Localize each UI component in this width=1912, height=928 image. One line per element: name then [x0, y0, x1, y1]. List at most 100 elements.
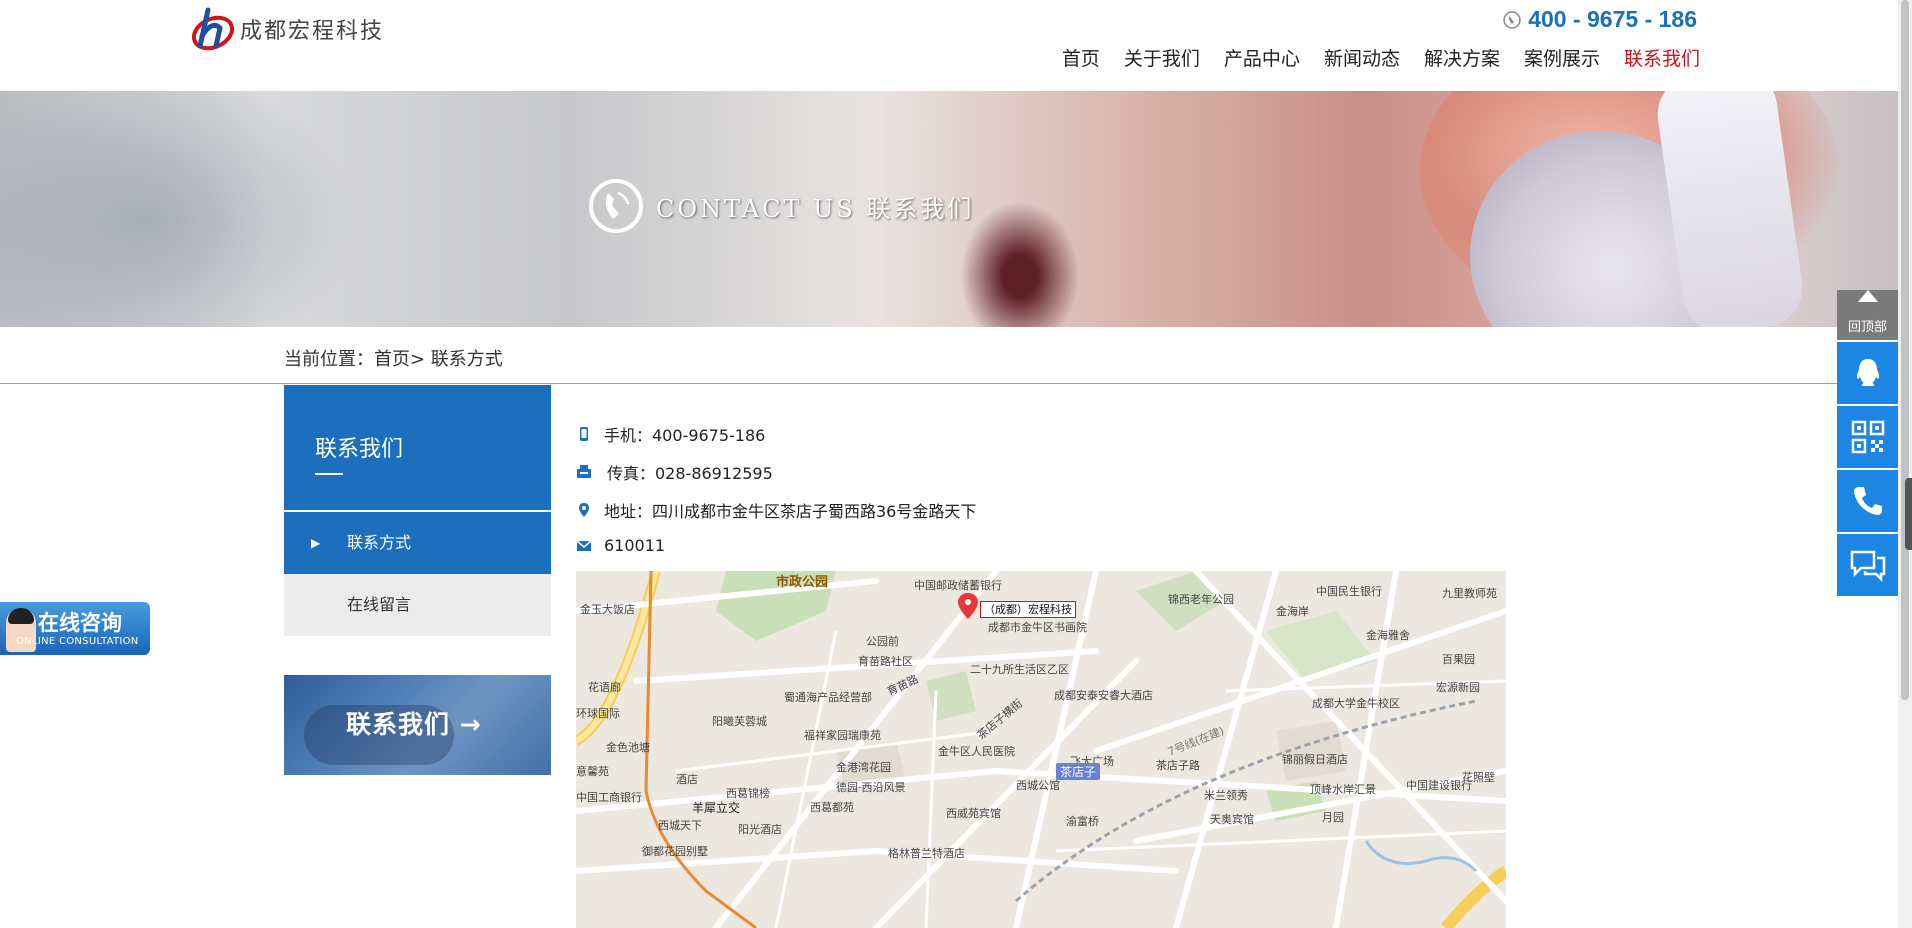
scrollbar[interactable]: [1898, 0, 1912, 928]
map-label: 金玉大饭店: [580, 603, 635, 616]
map-label: 宏源新园: [1436, 681, 1480, 694]
mobile-text: 手机：400-9675-186: [604, 426, 766, 445]
chat-icon: [1850, 550, 1885, 582]
contact-promo-banner[interactable]: 联系我们 →: [284, 675, 551, 775]
nav-cases[interactable]: 案例展示: [1512, 44, 1612, 74]
header: 成都宏程科技 400 - 9675 - 186 首页 关于我们 产品中心 新闻动…: [0, 0, 1898, 91]
map-label: 成都大学金牛校区: [1312, 697, 1400, 710]
map-label: 育苗路社区: [858, 655, 913, 668]
map-label: 成都市金牛区书画院: [988, 621, 1087, 634]
sidebar-title-underline: [315, 473, 343, 475]
map-label: 公园前: [866, 635, 899, 648]
map-label: 百果园: [1442, 653, 1475, 666]
telephone-icon: [589, 179, 643, 233]
map-label: 西城天下: [658, 819, 702, 832]
map-marker-label[interactable]: （成都）宏程科技: [980, 601, 1076, 618]
map-label: 西威苑宾馆: [946, 807, 1001, 820]
map-label: 金牛区人民医院: [938, 745, 1015, 758]
contact-address: 地址：四川成都市金牛区茶店子蜀西路36号金路天下: [576, 498, 976, 522]
map-label: 德园·西沿风景: [836, 781, 906, 794]
logo[interactable]: 成都宏程科技: [190, 4, 384, 54]
qq-button[interactable]: [1837, 342, 1898, 404]
map-label: 西城公馆: [1016, 779, 1060, 792]
banner-text: CONTACT US 联系我们: [656, 194, 975, 223]
map-label: 中国工商银行: [576, 791, 642, 804]
map-label: 中国邮政储蓄银行: [914, 579, 1002, 592]
qrcode-button[interactable]: [1837, 406, 1898, 468]
map-label: 花语廊: [588, 681, 621, 694]
map-label: 金色池塘: [606, 741, 650, 754]
banner-decoration: [960, 201, 1080, 327]
back-to-top-button[interactable]: 回顶部: [1837, 290, 1898, 340]
map[interactable]: 市政公园 中国邮政储蓄银行 成都市金牛区书画院 公园前 育苗路社区 二十九所生活…: [576, 571, 1506, 928]
map-label: 顶峰水岸汇景: [1310, 783, 1376, 796]
banner: CONTACT US 联系我们: [0, 91, 1898, 327]
hotline: 400 - 9675 - 186: [1502, 6, 1697, 33]
address-text: 地址：四川成都市金牛区茶店子蜀西路36号金路天下: [604, 502, 977, 521]
metro-station-badge[interactable]: 茶店子: [1056, 763, 1101, 780]
mail-icon: [576, 539, 592, 551]
map-label: 锦丽假日酒店: [1282, 753, 1348, 766]
map-label: 羊犀立交: [692, 801, 741, 815]
map-label: 锦西老年公园: [1168, 593, 1234, 606]
map-label: 金海岸: [1276, 605, 1309, 618]
online-consultation-button[interactable]: 在线咨询 ONLINE CONSULTATION: [0, 602, 150, 655]
map-label: 金港湾花园: [836, 761, 891, 774]
contact-fax: 传真：028-86912595: [576, 460, 773, 484]
phone-icon: [1853, 487, 1882, 515]
map-label: 月园: [1322, 811, 1344, 824]
sidebar-header: 联系我们: [284, 385, 551, 510]
phone-icon: [1503, 10, 1521, 29]
logo-icon: [191, 7, 235, 51]
nav-news[interactable]: 新闻动态: [1312, 44, 1412, 74]
divider: [0, 383, 1898, 384]
map-label: 西葛锦榜: [726, 787, 770, 800]
map-label: 酒店: [676, 773, 698, 786]
map-label: 蜀通海产品经营部: [784, 691, 872, 704]
map-label: 九里教师苑: [1442, 587, 1497, 600]
main-nav: 首页 关于我们 产品中心 新闻动态 解决方案 案例展示 联系我们: [1050, 44, 1700, 74]
side-tab[interactable]: [1905, 478, 1912, 550]
sidebar-item-label: 在线留言: [347, 595, 412, 614]
phone-button[interactable]: [1837, 470, 1898, 532]
map-label: 金海雅舍: [1366, 629, 1410, 642]
map-label: 阳曦芙蓉城: [712, 715, 767, 728]
nav-solutions[interactable]: 解决方案: [1412, 44, 1512, 74]
map-label: 天奥宾馆: [1210, 813, 1254, 826]
hotline-number: 400 - 9675 - 186: [1528, 6, 1697, 32]
map-label: 中国建设银行: [1406, 779, 1472, 792]
nav-products[interactable]: 产品中心: [1212, 44, 1312, 74]
float-toolbar: 回顶部: [1837, 290, 1898, 596]
map-label: 格林普兰特酒店: [888, 847, 965, 860]
map-label: 御都花园别墅: [642, 845, 708, 858]
promo-text: 联系我们 →: [346, 710, 482, 739]
banner-title: CONTACT US 联系我们: [588, 178, 974, 234]
caret-right-icon: ▶: [311, 536, 321, 550]
contact-mobile: 手机：400-9675-186: [576, 422, 765, 446]
scrollbar-thumb[interactable]: [1901, 0, 1909, 700]
map-label: 茶店子路: [1156, 759, 1200, 772]
map-label: 环球国际: [576, 707, 620, 720]
nav-contact[interactable]: 联系我们: [1612, 44, 1700, 74]
sidebar-item-label: 联系方式: [347, 533, 412, 552]
postcode-text: 610011: [604, 536, 666, 555]
map-label: 西葛都苑: [810, 801, 854, 814]
map-label: 渝富桥: [1066, 815, 1099, 828]
fax-icon: [577, 465, 591, 478]
contact-postcode: 610011: [576, 536, 665, 555]
nav-home[interactable]: 首页: [1050, 44, 1112, 74]
map-label: 中国民生银行: [1316, 585, 1382, 598]
qrcode-icon: [1851, 420, 1884, 454]
sidebar-item-message[interactable]: 在线留言: [284, 574, 551, 636]
chat-button[interactable]: [1837, 534, 1898, 596]
logo-text: 成都宏程科技: [240, 19, 385, 44]
map-label: 米兰领秀: [1204, 789, 1248, 802]
consult-title: 在线咨询: [38, 611, 122, 635]
location-icon: [579, 503, 589, 517]
sidebar-title: 联系我们: [315, 437, 404, 462]
map-label: 二十九所生活区乙区: [970, 663, 1069, 676]
sidebar-item-contact-info[interactable]: ▶ 联系方式: [284, 512, 551, 574]
fax-text: 传真：028-86912595: [607, 464, 773, 483]
nav-about[interactable]: 关于我们: [1112, 44, 1212, 74]
consult-subtitle: ONLINE CONSULTATION: [16, 636, 139, 647]
